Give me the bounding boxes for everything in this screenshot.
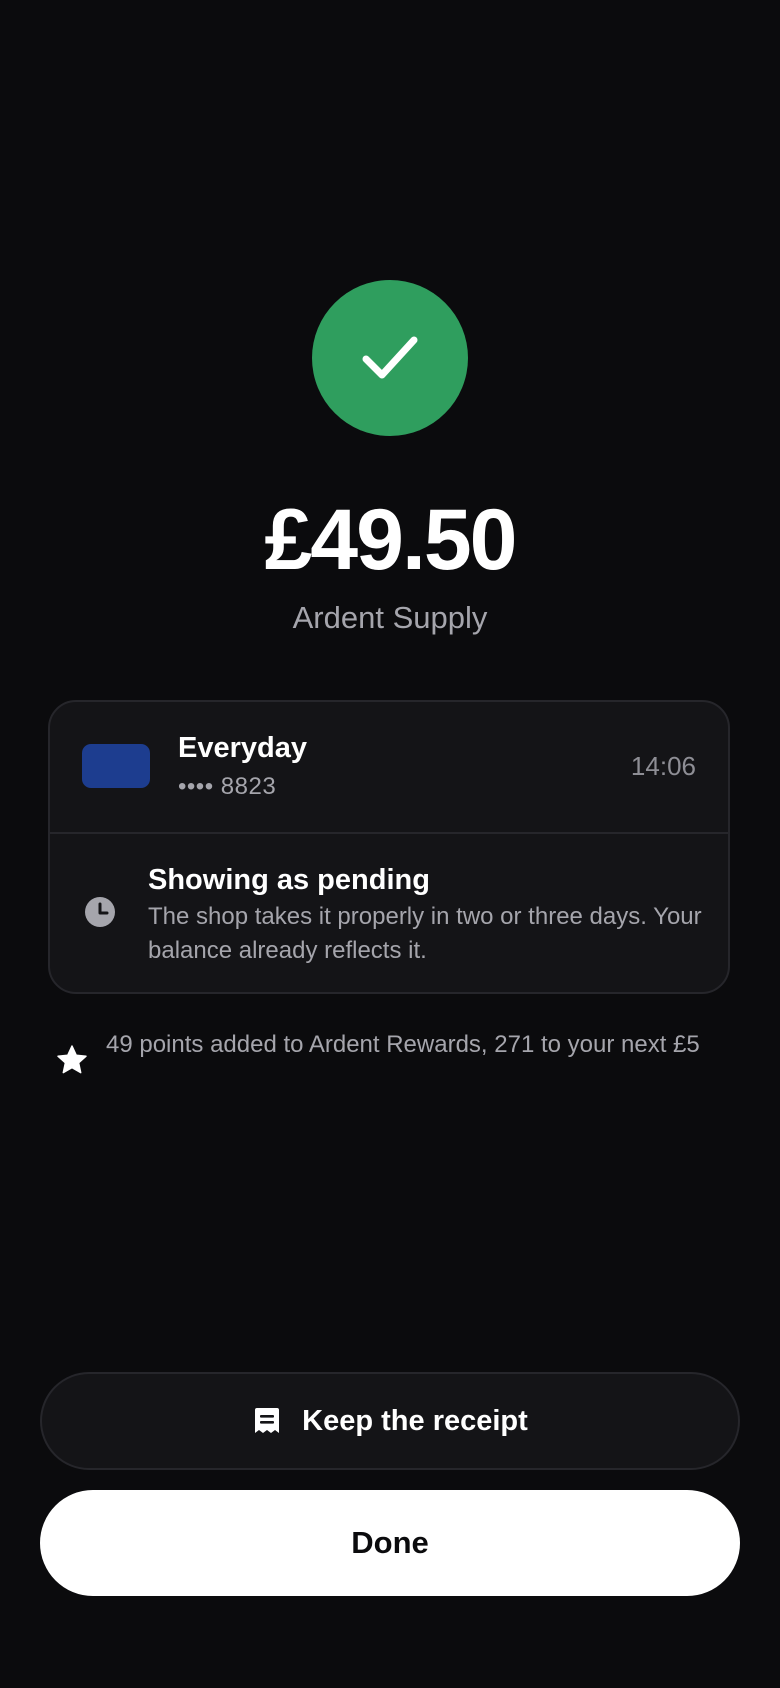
receipt-icon bbox=[255, 1408, 280, 1433]
account-name: Everyday bbox=[178, 732, 307, 764]
checkmark-icon bbox=[362, 336, 418, 379]
payment-details-card: Everyday •••• 8823 14:06 Showing as pend… bbox=[48, 700, 730, 994]
account-row: Everyday •••• 8823 14:06 bbox=[50, 702, 728, 834]
done-label: Done bbox=[351, 1525, 429, 1560]
merchant-name: Ardent Supply bbox=[292, 600, 488, 635]
pending-title: Showing as pending bbox=[148, 864, 430, 896]
rewards-text: 49 points added to Ardent Rewards, 271 t… bbox=[106, 1031, 700, 1058]
keep-receipt-content: Keep the receipt bbox=[42, 1374, 738, 1468]
transaction-time: 14:06 bbox=[630, 751, 696, 781]
keep-receipt-label: Keep the receipt bbox=[302, 1404, 528, 1437]
success-badge bbox=[312, 280, 468, 436]
done-button[interactable]: Done bbox=[40, 1490, 740, 1596]
keep-receipt-button[interactable]: Keep the receipt bbox=[40, 1372, 740, 1470]
card-swatch-icon bbox=[82, 744, 150, 788]
pending-description: The shop takes it properly in two or thr… bbox=[148, 903, 702, 964]
clock-icon bbox=[85, 897, 115, 927]
payment-amount: £49.50 bbox=[264, 492, 517, 588]
rewards-notice: 49 points added to Ardent Rewards, 271 t… bbox=[56, 1030, 726, 1094]
pending-notice: Showing as pending The shop takes it pro… bbox=[50, 834, 728, 994]
account-number: •••• 8823 bbox=[178, 773, 277, 800]
star-icon bbox=[57, 1045, 87, 1074]
